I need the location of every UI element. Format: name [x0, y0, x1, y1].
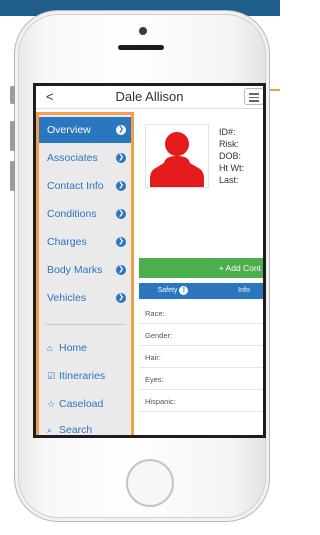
sidebar-link-itineraries[interactable]: ☑ Itineraries: [39, 363, 131, 389]
attribute-eyes: Eyes:: [139, 369, 263, 390]
sidebar-link-label: Caseload: [59, 398, 104, 410]
sidebar-item-conditions[interactable]: Conditions ❯: [39, 201, 131, 227]
sidebar-item-label: Conditions: [47, 208, 97, 220]
sidebar-item-body-marks[interactable]: Body Marks ❯: [39, 257, 131, 283]
mute-switch: [10, 86, 15, 104]
tab-safety[interactable]: Safety!: [139, 283, 207, 299]
sidebar-item-charges[interactable]: Charges ❯: [39, 229, 131, 255]
attribute-hispanic: Hispanic:: [139, 391, 263, 412]
home-button[interactable]: [126, 459, 174, 507]
profile-field-id: ID#:: [219, 127, 236, 137]
sidebar-link-label: Search: [59, 424, 93, 436]
sidebar-link-search[interactable]: ⌕ Search: [39, 417, 131, 436]
sidebar-item-label: Contact Info: [47, 180, 104, 192]
profile-tabs: Safety! Info: [139, 283, 263, 299]
profile-field-ht-wt: Ht Wt:: [219, 163, 244, 173]
sidebar-link-label: Itineraries: [59, 370, 106, 382]
sidebar-item-overview[interactable]: Overview ❯: [39, 117, 131, 143]
app-header: < Dale Allison: [36, 86, 263, 109]
volume-up-button: [10, 121, 15, 151]
sidebar-item-associates[interactable]: Associates ❯: [39, 145, 131, 171]
profile-field-last: Last:: [219, 175, 239, 185]
sidebar-link-label: Home: [59, 342, 88, 354]
chevron-right-icon: ❯: [116, 181, 126, 191]
tab-info-label: Info: [238, 287, 250, 294]
sidebar-item-label: Body Marks: [47, 264, 103, 276]
sidebar-link-caseload[interactable]: ☆ Caseload: [39, 391, 131, 417]
profile-details: ID#: Risk: DOB: Ht Wt: Last:: [219, 126, 244, 186]
sidebar-item-contact-info[interactable]: Contact Info ❯: [39, 173, 131, 199]
home-icon: ⌂: [47, 343, 53, 353]
person-silhouette-icon: [150, 132, 204, 187]
chevron-right-icon: ❯: [116, 153, 126, 163]
avatar: [145, 124, 209, 188]
chevron-right-icon: ❯: [116, 125, 126, 135]
add-contact-button[interactable]: + Add Cont: [139, 258, 263, 278]
sidebar-item-label: Vehicles: [47, 292, 87, 304]
earpiece-speaker: [118, 45, 164, 50]
sidebar-divider: [45, 324, 125, 325]
search-icon: ⌕: [47, 425, 53, 435]
sidebar-item-label: Charges: [47, 236, 87, 248]
app-screen: < Dale Allison Overview ❯ Associates ❯ C…: [33, 83, 266, 438]
sidebar-item-vehicles[interactable]: Vehicles ❯: [39, 285, 131, 311]
chevron-right-icon: ❯: [116, 237, 126, 247]
page-title: Dale Allison: [115, 89, 184, 104]
chevron-right-icon: ❯: [116, 209, 126, 219]
hamburger-icon[interactable]: [244, 88, 263, 105]
chevron-right-icon: ❯: [116, 293, 126, 303]
checkbox-icon: ☑: [47, 371, 56, 381]
sidebar-link-home[interactable]: ⌂ Home: [39, 335, 131, 361]
sidebar-nav: Overview ❯ Associates ❯ Contact Info ❯ C…: [36, 112, 134, 436]
front-camera: [139, 27, 147, 35]
tab-safety-label: Safety: [157, 287, 178, 294]
sidebar-item-label: Overview: [47, 124, 91, 136]
tab-info[interactable]: Info: [225, 283, 263, 299]
attribute-gender: Gender:: [139, 325, 263, 346]
attribute-race: Race:: [139, 303, 263, 324]
attribute-hair: Hair:: [139, 347, 263, 368]
sidebar-item-label: Associates: [47, 152, 98, 164]
profile-field-dob: DOB:: [219, 151, 242, 161]
alert-icon: !: [179, 285, 189, 295]
star-icon: ☆: [47, 399, 56, 409]
volume-down-button: [10, 161, 15, 191]
profile-field-risk: Risk:: [219, 139, 239, 149]
chevron-right-icon: ❯: [116, 265, 126, 275]
